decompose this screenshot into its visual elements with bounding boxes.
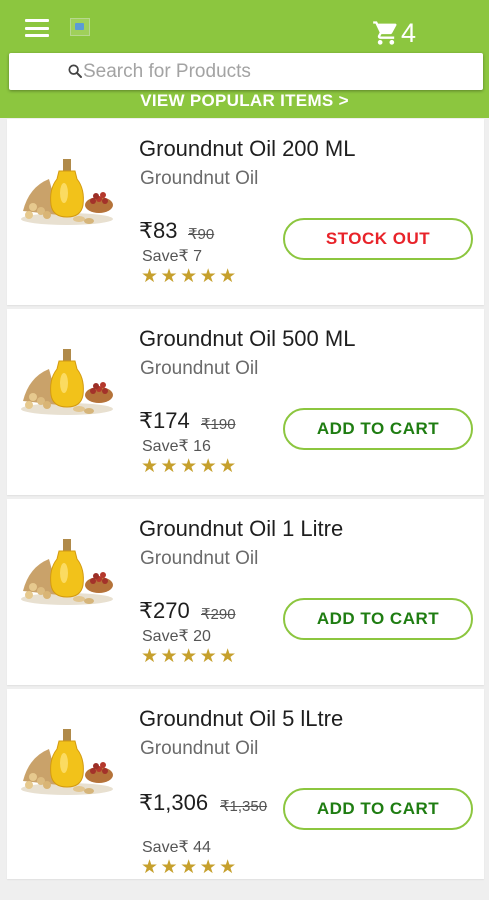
- product-category: Groundnut Oil: [140, 168, 259, 189]
- product-mrp: ₹90: [188, 226, 215, 243]
- product-savings: Save₹ 20: [142, 628, 211, 645]
- search-icon: [68, 64, 82, 78]
- product-card[interactable]: Groundnut Oil 1 Litre Groundnut Oil ₹270…: [7, 499, 484, 685]
- shopping-cart-icon: [373, 21, 397, 45]
- rating-stars-icon: ★★★★★: [141, 456, 239, 477]
- search-bar: [9, 53, 483, 90]
- rating-stars-icon: ★★★★★: [141, 646, 239, 667]
- groundnut-oil-image: [21, 159, 113, 225]
- rating-stars-icon: ★★★★★: [141, 266, 239, 287]
- product-name[interactable]: Groundnut Oil 5 lLtre: [139, 706, 343, 732]
- product-card[interactable]: Groundnut Oil 5 lLtre Groundnut Oil ₹1,3…: [7, 689, 484, 879]
- product-card[interactable]: Groundnut Oil 200 ML Groundnut Oil ₹83 ₹…: [7, 119, 484, 305]
- stock-out-button[interactable]: STOCK OUT: [283, 218, 473, 260]
- rating-stars-icon: ★★★★★: [141, 857, 239, 878]
- groundnut-oil-image: [21, 539, 113, 605]
- product-card[interactable]: Groundnut Oil 500 ML Groundnut Oil ₹174 …: [7, 309, 484, 495]
- product-mrp: ₹1,350: [220, 798, 268, 815]
- hamburger-menu-icon[interactable]: [25, 19, 49, 37]
- search-input[interactable]: [83, 58, 473, 85]
- cart-count-badge: 4: [401, 17, 417, 48]
- product-price: ₹174: [139, 408, 190, 433]
- product-savings: Save₹ 44: [142, 839, 211, 856]
- product-price: ₹1,306: [139, 790, 209, 815]
- product-name[interactable]: Groundnut Oil 500 ML: [139, 326, 355, 352]
- groundnut-oil-image: [21, 729, 113, 795]
- product-price: ₹83: [139, 218, 178, 243]
- add-to-cart-button[interactable]: ADD TO CART: [283, 598, 473, 640]
- product-category: Groundnut Oil: [140, 548, 259, 569]
- groundnut-oil-image: [21, 349, 113, 415]
- view-popular-items-link[interactable]: VIEW POPULAR ITEMS >: [0, 92, 489, 110]
- product-name[interactable]: Groundnut Oil 200 ML: [139, 136, 355, 162]
- product-category: Groundnut Oil: [140, 738, 259, 759]
- add-to-cart-button[interactable]: ADD TO CART: [283, 408, 473, 450]
- product-mrp: ₹290: [201, 606, 236, 623]
- top-app-bar: 4 VIEW POPULAR ITEMS >: [0, 0, 489, 118]
- cart-button[interactable]: 4: [372, 16, 416, 50]
- product-category: Groundnut Oil: [140, 358, 259, 379]
- product-mrp: ₹190: [201, 416, 236, 433]
- product-price: ₹270: [139, 598, 190, 623]
- product-name[interactable]: Groundnut Oil 1 Litre: [139, 516, 343, 542]
- add-to-cart-button[interactable]: ADD TO CART: [283, 788, 473, 830]
- broken-image-icon: [70, 18, 90, 36]
- product-savings: Save₹ 16: [142, 438, 211, 455]
- product-savings: Save₹ 7: [142, 248, 202, 265]
- product-list: Groundnut Oil 200 ML Groundnut Oil ₹83 ₹…: [7, 119, 484, 883]
